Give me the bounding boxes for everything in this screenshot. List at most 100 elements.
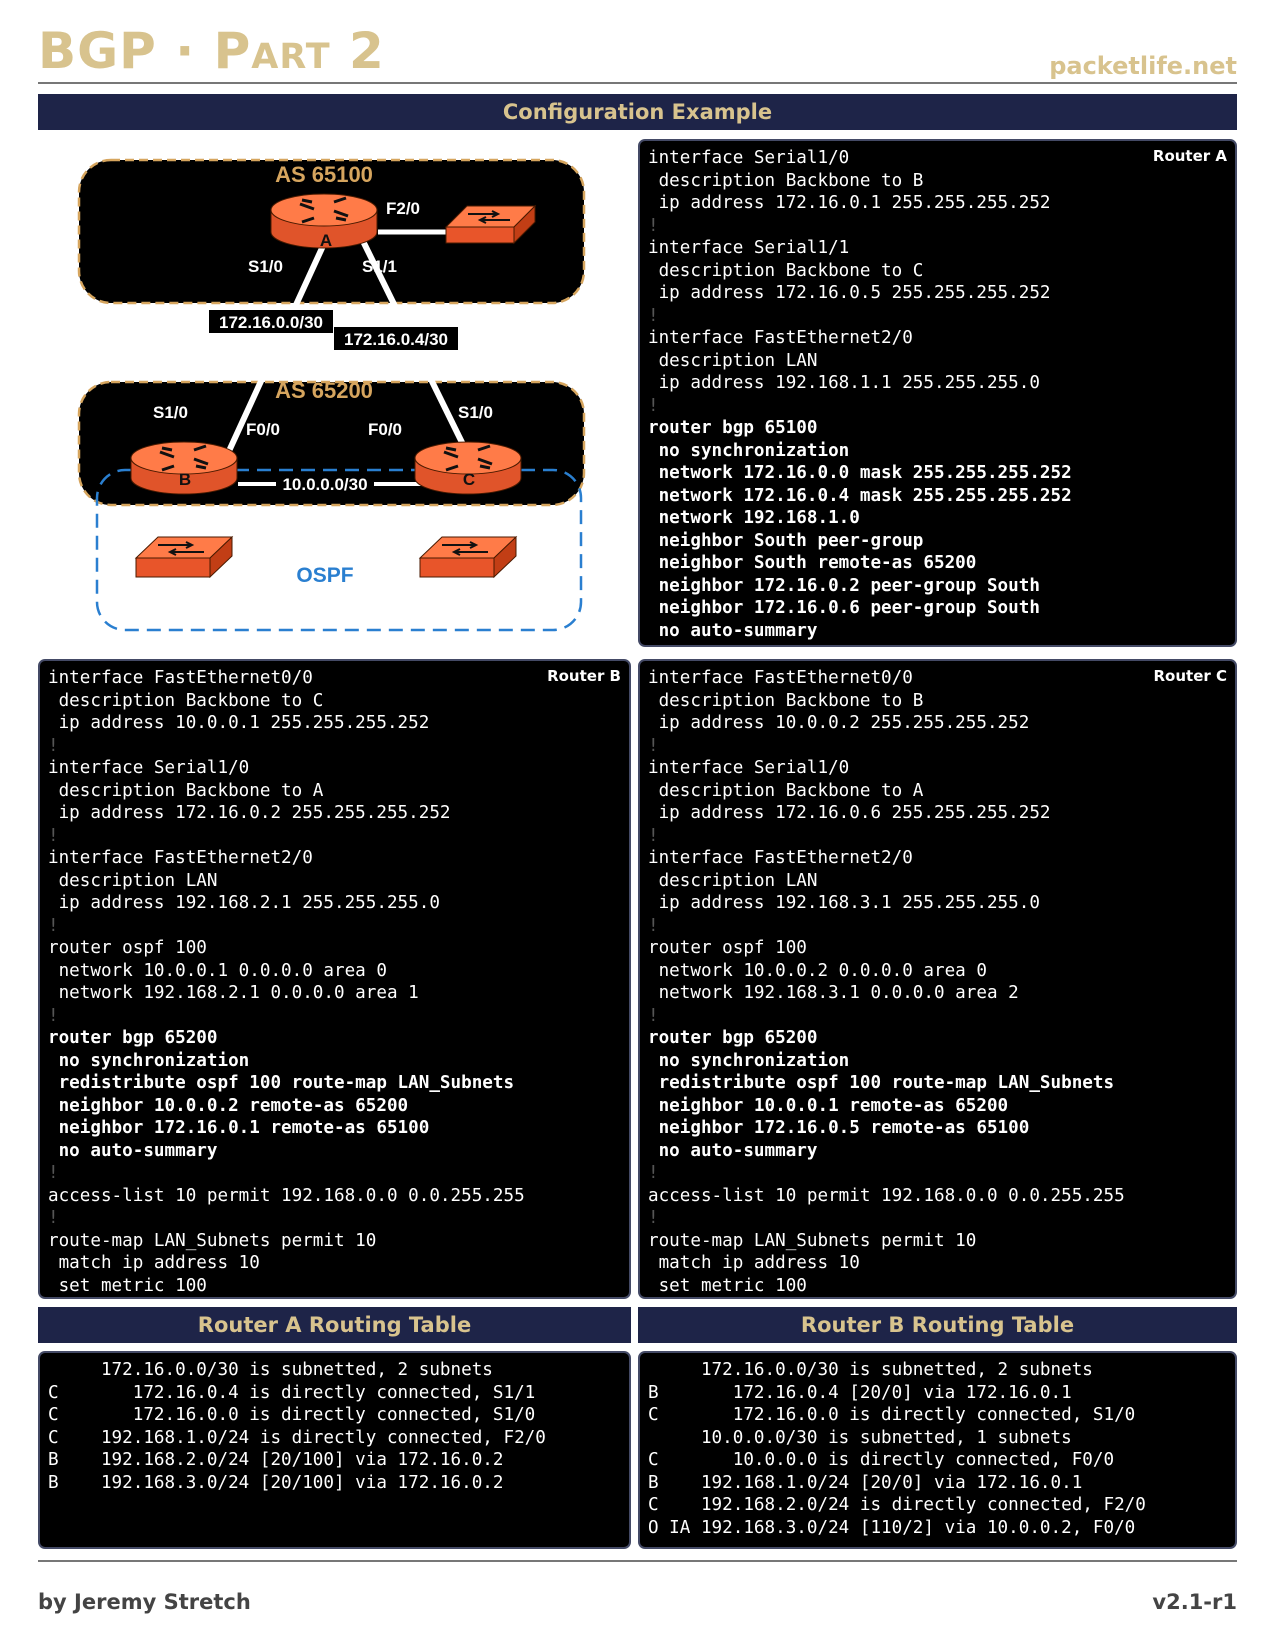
- code-line: router bgp 65200: [648, 1028, 818, 1048]
- code-line: access-list 10 permit 192.168.0.0 0.0.25…: [48, 1185, 525, 1206]
- router-c-config: interface FastEthernet0/0 description Ba…: [640, 661, 1235, 1297]
- router-b-table-title: Router B Routing Table: [638, 1307, 1237, 1343]
- switch-c-icon: [418, 535, 518, 579]
- iface-c-s10: S1/0: [458, 403, 493, 422]
- code-line: no auto-summary: [648, 620, 818, 641]
- code-line: description LAN: [648, 350, 818, 371]
- router-b-config-panel: Router B interface FastEthernet0/0 descr…: [38, 659, 631, 1299]
- code-line: redistribute ospf 100 route-map LAN_Subn…: [648, 1073, 1115, 1093]
- section-bar: Configuration Example: [38, 94, 1237, 130]
- code-line: neighbor 172.16.0.1 remote-as 65100: [48, 1118, 430, 1138]
- separator-line: !: [48, 915, 59, 936]
- version: v2.1-r1: [1152, 1590, 1237, 1614]
- separator-line: !: [48, 1163, 59, 1183]
- iface-a-s11: S1/1: [362, 257, 397, 276]
- code-line: C 172.16.0.0 is directly connected, S1/0: [648, 1405, 1136, 1425]
- link-bc-label: 10.0.0.0/30: [282, 475, 367, 494]
- code-line: no synchronization: [648, 440, 850, 461]
- link-ac-label: 172.16.0.4/30: [344, 330, 448, 349]
- code-line: interface FastEthernet2/0: [648, 848, 913, 868]
- code-line: interface Serial1/0: [48, 758, 250, 778]
- separator-line: !: [648, 1005, 659, 1026]
- code-line: C 172.16.0.0 is directly connected, S1/0: [48, 1405, 536, 1425]
- code-line: description Backbone to A: [648, 780, 924, 801]
- separator-line: !: [648, 395, 659, 416]
- router-b-routing-table: 172.16.0.0/30 is subnetted, 2 subnets B …: [640, 1353, 1235, 1539]
- as-65200-label: AS 65200: [275, 378, 373, 403]
- router-a-label: A: [320, 231, 332, 250]
- iface-b-f00: F0/0: [246, 420, 280, 439]
- router-c-panel-label: Router C: [1153, 667, 1227, 685]
- code-line: description LAN: [48, 870, 218, 891]
- code-line: router bgp 65200: [48, 1028, 218, 1048]
- title-first: BGP ·: [38, 22, 214, 80]
- code-line: description Backbone to B: [648, 170, 924, 191]
- code-line: C 192.168.1.0/24 is directly connected, …: [48, 1427, 546, 1448]
- separator-line: !: [648, 305, 659, 326]
- router-a-panel-label: Router A: [1152, 147, 1227, 165]
- code-line: ip address 172.16.0.2 255.255.255.252: [48, 803, 451, 823]
- separator-line: !: [648, 825, 659, 846]
- iface-c-f00: F0/0: [368, 420, 402, 439]
- iface-a-s10: S1/0: [248, 257, 283, 276]
- code-line: interface FastEthernet2/0: [48, 848, 313, 868]
- code-line: no auto-summary: [648, 1140, 818, 1161]
- code-line: ip address 192.168.1.1 255.255.255.0: [648, 373, 1040, 393]
- title-second: Part 2: [213, 22, 385, 80]
- code-line: redistribute ospf 100 route-map LAN_Subn…: [48, 1073, 515, 1093]
- code-line: neighbor South remote-as 65200: [648, 553, 977, 573]
- separator-line: !: [648, 915, 659, 936]
- code-line: interface FastEthernet2/0: [648, 328, 913, 348]
- code-line: ip address 172.16.0.1 255.255.255.252: [648, 193, 1051, 213]
- router-b-table-panel: 172.16.0.0/30 is subnetted, 2 subnets B …: [638, 1351, 1237, 1549]
- code-line: router ospf 100: [648, 938, 807, 958]
- code-line: match ip address 10: [648, 1253, 860, 1273]
- code-line: description Backbone to C: [648, 260, 924, 281]
- code-line: network 10.0.0.1 0.0.0.0 area 0: [48, 960, 387, 981]
- page-title: BGP · Part 2: [38, 26, 385, 76]
- code-line: description Backbone to A: [48, 780, 324, 801]
- router-b-config: interface FastEthernet0/0 description Ba…: [40, 661, 629, 1297]
- separator-line: !: [648, 1208, 659, 1228]
- code-line: neighbor 172.16.0.5 remote-as 65100: [648, 1118, 1030, 1138]
- switch-b-icon: [134, 535, 234, 579]
- code-line: 10.0.0.0/30 is subnetted, 1 subnets: [648, 1427, 1072, 1448]
- code-line: ip address 192.168.3.1 255.255.255.0: [648, 893, 1040, 913]
- code-line: interface Serial1/0: [648, 148, 850, 168]
- code-line: C 192.168.2.0/24 is directly connected, …: [648, 1495, 1146, 1515]
- code-line: network 10.0.0.2 0.0.0.0 area 0: [648, 960, 987, 981]
- code-line: set metric 100: [648, 1275, 807, 1296]
- code-line: B 192.168.2.0/24 [20/100] via 172.16.0.2: [48, 1450, 504, 1470]
- link-ab-label: 172.16.0.0/30: [219, 313, 323, 332]
- separator-line: !: [648, 215, 659, 236]
- separator-line: !: [48, 1005, 59, 1026]
- separator-line: !: [648, 735, 659, 756]
- code-line: route-map LAN_Subnets permit 10: [48, 1230, 377, 1251]
- code-line: 172.16.0.0/30 is subnetted, 2 subnets: [648, 1360, 1093, 1380]
- as-65100-label: AS 65100: [275, 162, 373, 187]
- code-line: no synchronization: [648, 1050, 850, 1071]
- code-line: O IA 192.168.3.0/24 [110/2] via 10.0.0.2…: [648, 1517, 1136, 1538]
- separator-line: !: [48, 1208, 59, 1228]
- code-line: B 192.168.3.0/24 [20/100] via 172.16.0.2: [48, 1472, 504, 1493]
- router-a-config: interface Serial1/0 description Backbone…: [640, 141, 1235, 642]
- code-line: match ip address 10: [48, 1253, 260, 1273]
- code-line: ip address 172.16.0.5 255.255.255.252: [648, 283, 1051, 303]
- separator-line: !: [48, 735, 59, 756]
- code-line: set metric 100: [48, 1275, 207, 1296]
- router-c-config-panel: Router C interface FastEthernet0/0 descr…: [638, 659, 1237, 1299]
- code-line: description Backbone to C: [48, 690, 324, 711]
- code-line: neighbor 172.16.0.2 peer-group South: [648, 575, 1040, 596]
- code-line: no synchronization: [48, 1050, 250, 1071]
- separator-line: !: [648, 1163, 659, 1183]
- separator-line: !: [48, 825, 59, 846]
- code-line: route-map LAN_Subnets permit 10: [648, 1230, 977, 1251]
- code-line: no auto-summary: [48, 1140, 218, 1161]
- author: by Jeremy Stretch: [38, 1590, 251, 1614]
- code-line: neighbor 10.0.0.2 remote-as 65200: [48, 1095, 409, 1116]
- code-line: interface FastEthernet0/0: [648, 668, 913, 688]
- code-line: description Backbone to B: [648, 690, 924, 711]
- code-line: network 172.16.0.0 mask 255.255.255.252: [648, 463, 1072, 483]
- code-line: ip address 192.168.2.1 255.255.255.0: [48, 893, 440, 913]
- router-a-table-panel: 172.16.0.0/30 is subnetted, 2 subnets C …: [38, 1351, 631, 1549]
